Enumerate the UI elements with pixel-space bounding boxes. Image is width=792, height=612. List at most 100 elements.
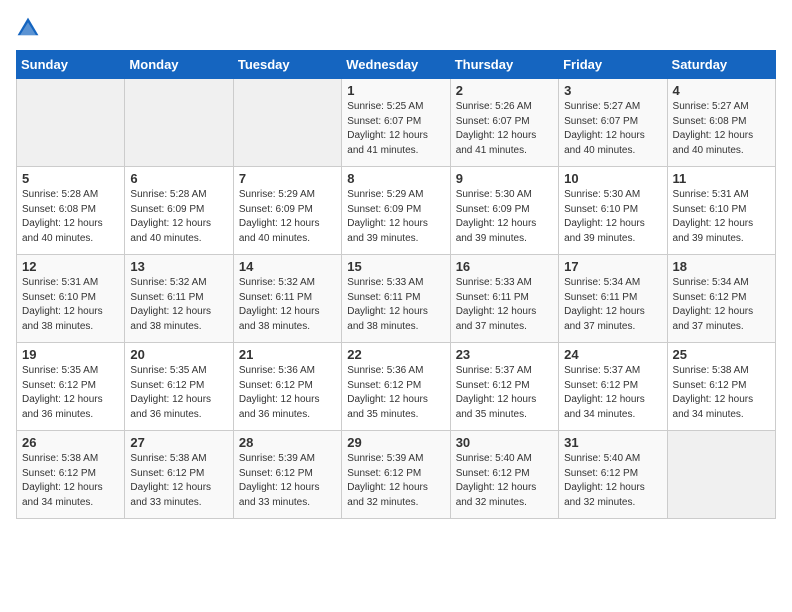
day-info: Sunrise: 5:32 AM Sunset: 6:11 PM Dayligh… (130, 276, 227, 334)
day-info: Sunrise: 5:29 AM Sunset: 6:09 PM Dayligh… (239, 188, 336, 246)
day-number: 24 (564, 347, 661, 362)
day-info: Sunrise: 5:28 AM Sunset: 6:08 PM Dayligh… (22, 188, 119, 246)
calendar-cell: 21 Sunrise: 5:36 AM Sunset: 6:12 PM Dayli… (233, 343, 341, 431)
day-info: Sunrise: 5:36 AM Sunset: 6:12 PM Dayligh… (347, 364, 444, 422)
calendar-header-row: SundayMondayTuesdayWednesdayThursdayFrid… (17, 51, 776, 79)
day-info: Sunrise: 5:32 AM Sunset: 6:11 PM Dayligh… (239, 276, 336, 334)
calendar-cell: 17Sunrise: 5:34 AM Sunset: 6:11 PM Dayli… (559, 255, 667, 343)
day-number: 16 (456, 259, 553, 274)
calendar-week-row: 1 Sunrise: 5:25 AM Sunset: 6:07 PM Daylig… (17, 79, 776, 167)
calendar-cell: 18 Sunrise: 5:34 AM Sunset: 6:12 PM Dayli… (667, 255, 775, 343)
calendar-cell: 11Sunrise: 5:31 AM Sunset: 6:10 PM Dayli… (667, 167, 775, 255)
day-number: 6 (130, 171, 227, 186)
day-info: Sunrise: 5:39 AM Sunset: 6:12 PM Dayligh… (239, 452, 336, 510)
day-info: Sunrise: 5:38 AM Sunset: 6:12 PM Dayligh… (673, 364, 770, 422)
calendar-cell: 23 Sunrise: 5:37 AM Sunset: 6:12 PM Dayli… (450, 343, 558, 431)
weekday-header: Monday (125, 51, 233, 79)
day-info: Sunrise: 5:30 AM Sunset: 6:10 PM Dayligh… (564, 188, 661, 246)
calendar-cell: 19 Sunrise: 5:35 AM Sunset: 6:12 PM Dayli… (17, 343, 125, 431)
day-info: Sunrise: 5:27 AM Sunset: 6:08 PM Dayligh… (673, 100, 770, 158)
calendar-cell: 2Sunrise: 5:26 AM Sunset: 6:07 PM Daylig… (450, 79, 558, 167)
day-number: 3 (564, 83, 661, 98)
day-info: Sunrise: 5:35 AM Sunset: 6:12 PM Dayligh… (22, 364, 119, 422)
calendar-cell: 27 Sunrise: 5:38 AM Sunset: 6:12 PM Dayli… (125, 431, 233, 519)
calendar-week-row: 12 Sunrise: 5:31 AM Sunset: 6:10 PM Dayli… (17, 255, 776, 343)
day-info: Sunrise: 5:38 AM Sunset: 6:12 PM Dayligh… (130, 452, 227, 510)
day-number: 29 (347, 435, 444, 450)
day-info: Sunrise: 5:30 AM Sunset: 6:09 PM Dayligh… (456, 188, 553, 246)
logo (16, 16, 44, 40)
calendar-cell: 1 Sunrise: 5:25 AM Sunset: 6:07 PM Daylig… (342, 79, 450, 167)
calendar-cell: 4 Sunrise: 5:27 AM Sunset: 6:08 PM Daylig… (667, 79, 775, 167)
day-number: 4 (673, 83, 770, 98)
day-number: 19 (22, 347, 119, 362)
calendar-cell: 25Sunrise: 5:38 AM Sunset: 6:12 PM Dayli… (667, 343, 775, 431)
calendar-cell: 29 Sunrise: 5:39 AM Sunset: 6:12 PM Dayli… (342, 431, 450, 519)
calendar-cell: 3 Sunrise: 5:27 AM Sunset: 6:07 PM Daylig… (559, 79, 667, 167)
day-info: Sunrise: 5:35 AM Sunset: 6:12 PM Dayligh… (130, 364, 227, 422)
day-info: Sunrise: 5:40 AM Sunset: 6:12 PM Dayligh… (564, 452, 661, 510)
calendar-cell: 5 Sunrise: 5:28 AM Sunset: 6:08 PM Daylig… (17, 167, 125, 255)
calendar-cell (125, 79, 233, 167)
day-number: 23 (456, 347, 553, 362)
logo-icon (16, 16, 40, 40)
calendar-cell: 12 Sunrise: 5:31 AM Sunset: 6:10 PM Dayli… (17, 255, 125, 343)
calendar-cell: 20 Sunrise: 5:35 AM Sunset: 6:12 PM Dayli… (125, 343, 233, 431)
calendar-cell: 9 Sunrise: 5:30 AM Sunset: 6:09 PM Daylig… (450, 167, 558, 255)
calendar-cell: 13Sunrise: 5:32 AM Sunset: 6:11 PM Dayli… (125, 255, 233, 343)
day-info: Sunrise: 5:33 AM Sunset: 6:11 PM Dayligh… (456, 276, 553, 334)
calendar-cell: 31 Sunrise: 5:40 AM Sunset: 6:12 PM Dayli… (559, 431, 667, 519)
day-number: 21 (239, 347, 336, 362)
day-number: 18 (673, 259, 770, 274)
day-info: Sunrise: 5:38 AM Sunset: 6:12 PM Dayligh… (22, 452, 119, 510)
day-number: 12 (22, 259, 119, 274)
calendar-cell (17, 79, 125, 167)
day-number: 10 (564, 171, 661, 186)
weekday-header: Thursday (450, 51, 558, 79)
day-number: 9 (456, 171, 553, 186)
calendar-cell: 8Sunrise: 5:29 AM Sunset: 6:09 PM Daylig… (342, 167, 450, 255)
calendar-cell: 24 Sunrise: 5:37 AM Sunset: 6:12 PM Dayli… (559, 343, 667, 431)
day-info: Sunrise: 5:36 AM Sunset: 6:12 PM Dayligh… (239, 364, 336, 422)
calendar-week-row: 26 Sunrise: 5:38 AM Sunset: 6:12 PM Dayli… (17, 431, 776, 519)
day-number: 15 (347, 259, 444, 274)
weekday-header: Sunday (17, 51, 125, 79)
day-number: 14 (239, 259, 336, 274)
day-info: Sunrise: 5:28 AM Sunset: 6:09 PM Dayligh… (130, 188, 227, 246)
calendar-table: SundayMondayTuesdayWednesdayThursdayFrid… (16, 50, 776, 519)
day-number: 1 (347, 83, 444, 98)
day-number: 5 (22, 171, 119, 186)
day-number: 26 (22, 435, 119, 450)
weekday-header: Wednesday (342, 51, 450, 79)
calendar-cell: 14 Sunrise: 5:32 AM Sunset: 6:11 PM Dayli… (233, 255, 341, 343)
day-info: Sunrise: 5:33 AM Sunset: 6:11 PM Dayligh… (347, 276, 444, 334)
day-number: 11 (673, 171, 770, 186)
calendar-cell: 15 Sunrise: 5:33 AM Sunset: 6:11 PM Dayli… (342, 255, 450, 343)
day-number: 28 (239, 435, 336, 450)
calendar-cell: 7 Sunrise: 5:29 AM Sunset: 6:09 PM Daylig… (233, 167, 341, 255)
calendar-cell: 10 Sunrise: 5:30 AM Sunset: 6:10 PM Dayli… (559, 167, 667, 255)
day-info: Sunrise: 5:37 AM Sunset: 6:12 PM Dayligh… (564, 364, 661, 422)
day-info: Sunrise: 5:37 AM Sunset: 6:12 PM Dayligh… (456, 364, 553, 422)
calendar-cell (233, 79, 341, 167)
page-header (16, 16, 776, 40)
day-number: 20 (130, 347, 227, 362)
day-info: Sunrise: 5:34 AM Sunset: 6:12 PM Dayligh… (673, 276, 770, 334)
day-number: 31 (564, 435, 661, 450)
day-number: 7 (239, 171, 336, 186)
calendar-cell: 26 Sunrise: 5:38 AM Sunset: 6:12 PM Dayli… (17, 431, 125, 519)
weekday-header: Saturday (667, 51, 775, 79)
day-info: Sunrise: 5:39 AM Sunset: 6:12 PM Dayligh… (347, 452, 444, 510)
day-info: Sunrise: 5:27 AM Sunset: 6:07 PM Dayligh… (564, 100, 661, 158)
weekday-header: Friday (559, 51, 667, 79)
day-info: Sunrise: 5:31 AM Sunset: 6:10 PM Dayligh… (22, 276, 119, 334)
day-number: 27 (130, 435, 227, 450)
day-info: Sunrise: 5:25 AM Sunset: 6:07 PM Dayligh… (347, 100, 444, 158)
day-number: 17 (564, 259, 661, 274)
calendar-week-row: 19 Sunrise: 5:35 AM Sunset: 6:12 PM Dayli… (17, 343, 776, 431)
calendar-cell: 6 Sunrise: 5:28 AM Sunset: 6:09 PM Daylig… (125, 167, 233, 255)
day-info: Sunrise: 5:40 AM Sunset: 6:12 PM Dayligh… (456, 452, 553, 510)
weekday-header: Tuesday (233, 51, 341, 79)
day-number: 8 (347, 171, 444, 186)
day-number: 2 (456, 83, 553, 98)
